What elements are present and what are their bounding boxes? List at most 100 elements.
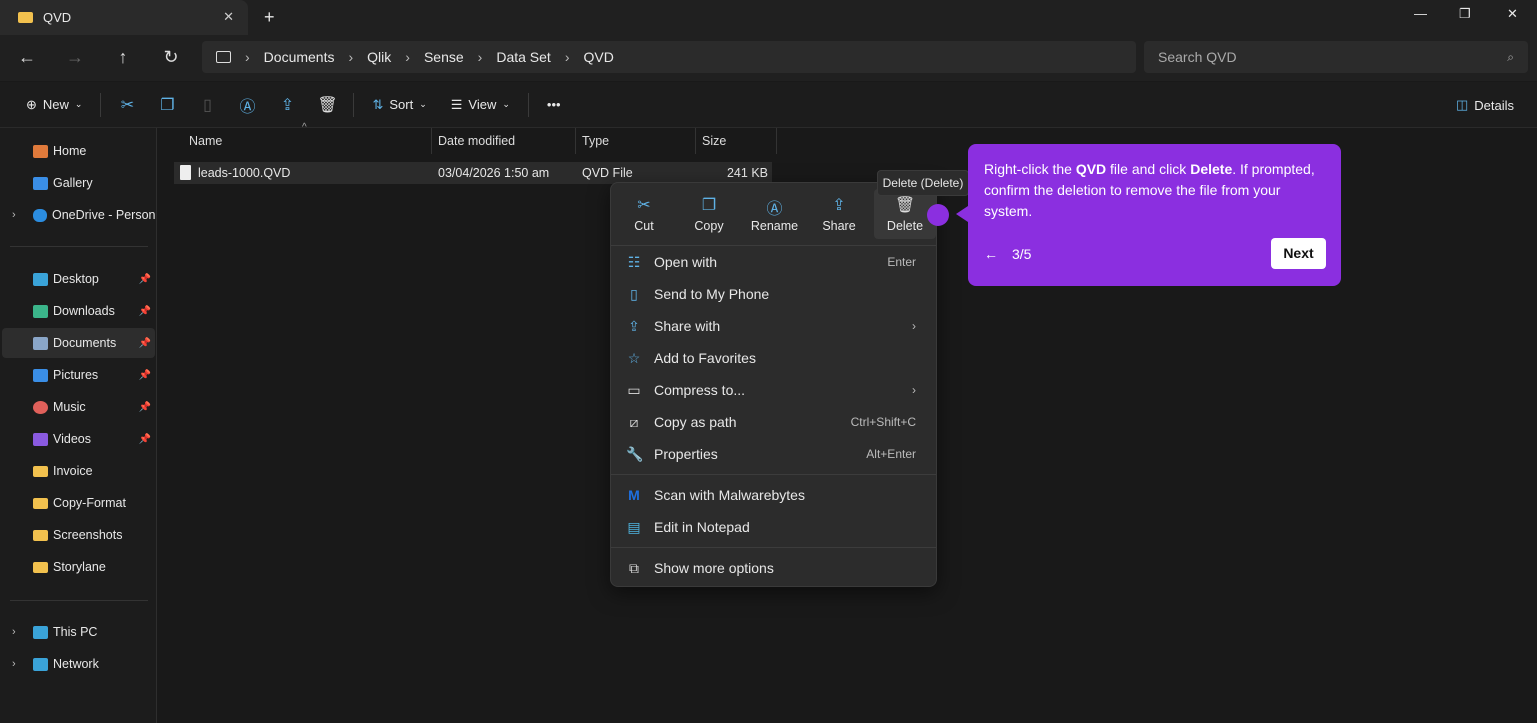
paste-icon[interactable]: ▯ <box>189 89 225 121</box>
details-button[interactable]: ◫ Details <box>1446 89 1524 121</box>
sidebar-item-documents[interactable]: Documents 📌 <box>2 328 155 358</box>
sidebar-item-screenshots[interactable]: Screenshots <box>2 520 155 550</box>
sidebar-item-onedrive[interactable]: › OneDrive - Persona <box>2 200 155 230</box>
forward-button[interactable]: → <box>63 47 87 67</box>
minimize-button[interactable]: — <box>1414 6 1427 21</box>
share-icon: ⇪ <box>628 317 640 334</box>
delete-icon[interactable]: 🗑 <box>309 89 345 121</box>
menu-item-compress[interactable]: ▭ Compress to... › <box>616 375 931 405</box>
guide-text: Right-click the QVD file and click Delet… <box>984 161 1315 219</box>
divider <box>10 600 148 601</box>
label: OneDrive - Persona <box>51 208 155 222</box>
rename-icon[interactable]: Ⓐ <box>229 89 265 121</box>
close-button[interactable]: ✕ <box>1507 6 1518 22</box>
label: Documents <box>53 336 117 350</box>
sidebar-item-copy-format[interactable]: Copy-Format <box>2 488 155 518</box>
refresh-button[interactable]: ↻ <box>159 47 183 67</box>
copy-icon[interactable]: ❐ <box>149 89 185 121</box>
chevron-right-icon[interactable]: › <box>12 626 16 638</box>
label: Open with <box>654 254 718 270</box>
divider <box>527 92 529 117</box>
breadcrumb-item[interactable]: Qlik <box>367 49 391 65</box>
label: Show more options <box>654 560 774 576</box>
menu-item-share-with[interactable]: ⇪ Share with › <box>616 311 931 341</box>
path-icon: ⧄ <box>629 413 639 430</box>
column-header-type[interactable]: Type <box>576 128 696 154</box>
breadcrumb-item[interactable]: Data Set <box>496 49 550 65</box>
share-icon[interactable]: ⇪ <box>269 89 305 121</box>
rename-button[interactable]: Ⓐ Rename <box>742 189 807 239</box>
new-button[interactable]: ⊕ New ⌄ <box>16 89 92 121</box>
sidebar-item-pictures[interactable]: Pictures 📌 <box>2 360 155 390</box>
up-button[interactable]: ↑ <box>111 47 135 67</box>
label: Network <box>53 657 99 671</box>
expand-icon: ⧉ <box>629 559 639 576</box>
divider <box>353 92 355 117</box>
label: Name <box>189 134 223 148</box>
breadcrumb-item[interactable]: Sense <box>424 49 464 65</box>
back-button[interactable]: ← <box>15 47 39 67</box>
more-options-button[interactable]: ••• <box>537 89 571 121</box>
new-tab-button[interactable]: + <box>264 7 275 28</box>
search-input[interactable]: Search QVD ⌕ <box>1144 41 1528 73</box>
sidebar-item-this-pc[interactable]: › This PC <box>2 617 155 647</box>
tab-qvd[interactable]: QVD ✕ <box>0 0 248 35</box>
sidebar-item-downloads[interactable]: Downloads 📌 <box>2 296 155 326</box>
cut-icon[interactable]: ✂ <box>109 89 145 121</box>
label: Music <box>53 400 86 414</box>
close-tab-icon[interactable]: ✕ <box>223 9 234 25</box>
cut-icon: ✂ <box>637 197 651 214</box>
guide-hotspot[interactable] <box>927 204 949 226</box>
share-button[interactable]: ⇪ Share <box>808 189 870 239</box>
column-header-size[interactable]: Size <box>696 128 777 154</box>
menu-item-properties[interactable]: 🔧 Properties Alt+Enter <box>616 439 931 469</box>
sidebar-item-storylane[interactable]: Storylane <box>2 552 155 582</box>
view-button[interactable]: ☰ View ⌄ <box>441 89 520 121</box>
label: Compress to... <box>654 382 746 398</box>
sort-button[interactable]: ⇅ Sort ⌄ <box>362 89 436 121</box>
new-label: New <box>42 97 69 112</box>
menu-item-add-to-favorites[interactable]: ☆ Add to Favorites <box>616 343 931 373</box>
menu-item-open-with[interactable]: ☷ Open with Enter <box>616 247 931 277</box>
file-row[interactable]: leads-1000.QVD 03/04/2026 1:50 am QVD Fi… <box>174 162 772 184</box>
gallery-icon <box>33 176 48 190</box>
menu-item-show-more-options[interactable]: ⧉ Show more options <box>616 553 931 583</box>
network-icon <box>33 657 48 671</box>
menu-item-send-to-phone[interactable]: ▯ Send to My Phone <box>616 279 931 309</box>
guide-step-counter: 3/5 <box>1012 246 1032 262</box>
guide-next-button[interactable]: Next <box>1271 238 1326 269</box>
desktop-icon <box>33 272 48 286</box>
column-header-name[interactable]: Name ^ <box>183 122 432 154</box>
cut-button[interactable]: ✂ Cut <box>613 189 675 239</box>
guide-back-button[interactable]: ← <box>984 244 998 265</box>
rename-icon: Ⓐ <box>766 201 783 218</box>
column-header-date[interactable]: Date modified <box>432 128 576 154</box>
pin-icon: 📌 <box>138 305 151 317</box>
chevron-right-icon[interactable]: › <box>12 209 16 221</box>
label: Storylane <box>53 560 106 574</box>
menu-item-notepad[interactable]: ▤ Edit in Notepad <box>616 512 931 542</box>
label: Gallery <box>53 176 93 190</box>
label: Date modified <box>438 134 516 148</box>
sidebar-item-videos[interactable]: Videos 📌 <box>2 424 155 454</box>
sidebar-item-music[interactable]: Music 📌 <box>2 392 155 422</box>
sidebar-item-invoice[interactable]: Invoice <box>2 456 155 486</box>
breadcrumb-item[interactable]: Documents <box>264 49 335 65</box>
menu-item-copy-as-path[interactable]: ⧄ Copy as path Ctrl+Shift+C <box>616 407 931 437</box>
menu-item-malwarebytes[interactable]: M Scan with Malwarebytes <box>616 480 931 510</box>
address-bar[interactable]: › Documents › Qlik › Sense › Data Set › QVD <box>202 41 1136 73</box>
sidebar-item-desktop[interactable]: Desktop 📌 <box>2 264 155 294</box>
sidebar-item-home[interactable]: Home <box>2 136 155 166</box>
sidebar-item-gallery[interactable]: Gallery <box>2 168 155 198</box>
label: Desktop <box>53 272 99 286</box>
pin-icon: 📌 <box>138 433 151 445</box>
breadcrumb-item[interactable]: QVD <box>583 49 613 65</box>
sidebar-item-network[interactable]: › Network <box>2 649 155 679</box>
chevron-right-icon[interactable]: › <box>12 658 16 670</box>
pin-icon: 📌 <box>138 273 151 285</box>
label: Rename <box>750 219 799 233</box>
maximize-button[interactable]: ❐ <box>1459 6 1471 22</box>
navigation-pane: Home Gallery › OneDrive - Persona Desktop… <box>0 128 157 723</box>
copy-button[interactable]: ❐ Copy <box>678 189 740 239</box>
view-icon: ☰ <box>450 96 463 112</box>
